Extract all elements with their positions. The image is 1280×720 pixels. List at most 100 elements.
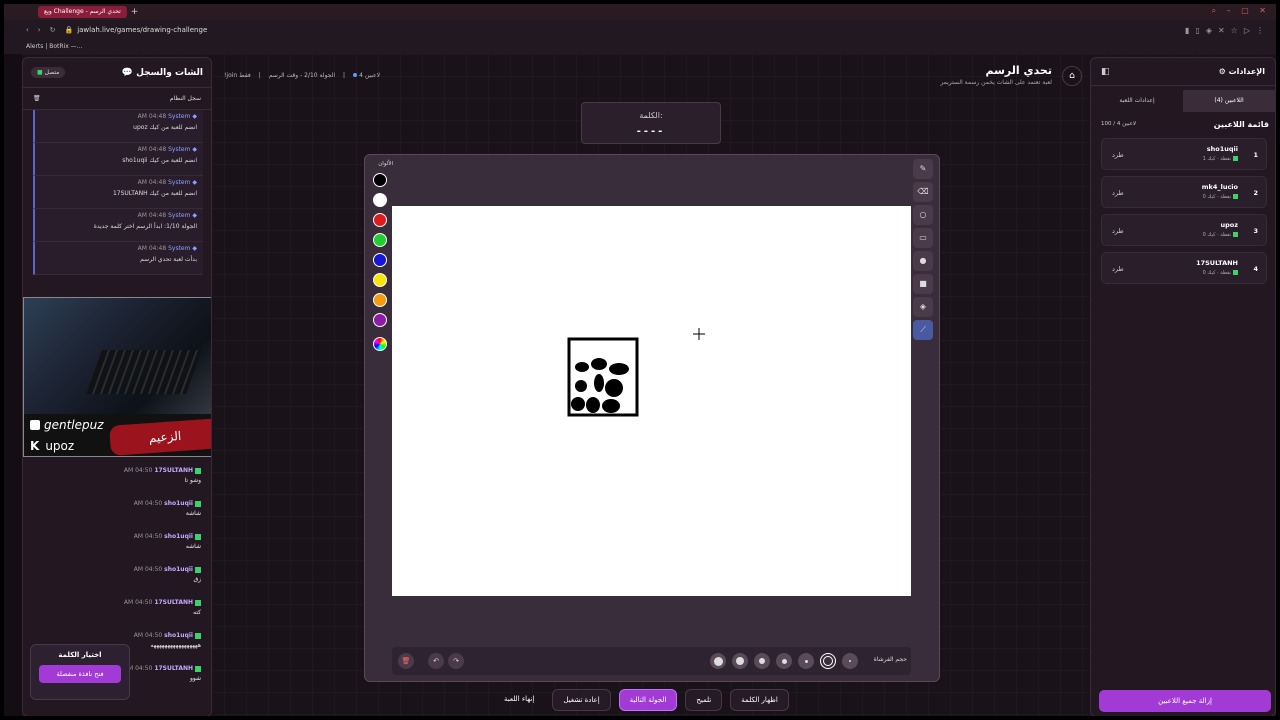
undo-icon[interactable]: ↶: [428, 653, 444, 669]
url-field[interactable]: jawlah.live/games/drawing-challenge: [77, 26, 207, 34]
bookmark-item[interactable]: Alerts | BotRix —...: [26, 43, 82, 50]
next-round-button[interactable]: الجولة التالية: [618, 689, 678, 711]
color-swatch[interactable]: [373, 193, 387, 207]
tab-players[interactable]: اللاعبين (4): [1183, 90, 1275, 112]
restart-button[interactable]: إعادة تشغيل: [552, 689, 611, 711]
message-meta: AM 04:50 17SULTANH: [33, 467, 201, 474]
fill-bucket-icon[interactable]: ◈: [913, 297, 933, 317]
color-swatch[interactable]: [373, 273, 387, 287]
message-meta: AM 04:48 System ◆: [41, 212, 197, 219]
home-icon[interactable]: ⌂: [1062, 66, 1082, 86]
brush-size-option[interactable]: [710, 653, 726, 669]
message-user[interactable]: sho1uqii: [164, 533, 193, 540]
message-user: System: [168, 146, 191, 153]
players-list-header: 100 / 4 لاعبين قائمة اللاعبين: [1091, 116, 1275, 132]
show-word-button[interactable]: اظهار الكلمة: [730, 689, 789, 711]
player-card: طرد sho1uqii 1 نقطة · كيك 1: [1101, 138, 1267, 170]
game-controls: إنهاء اللعبة إعادة تشغيل الجولة التالية …: [494, 689, 789, 713]
kick-button[interactable]: طرد: [1112, 151, 1124, 159]
message-text: وشو تا: [184, 477, 201, 484]
word-box: الكلمة: ----: [581, 102, 721, 144]
tab-game-settings[interactable]: إعدادات اللعبة: [1091, 90, 1183, 112]
clear-canvas-icon[interactable]: 🗑: [398, 653, 414, 669]
kick-badge-icon: [195, 632, 201, 639]
message-text: الجولة 1/10: ابدأ الرسم اختر كلمة جديدة: [93, 223, 197, 230]
nav-buttons-icon[interactable]: ‹›↻: [26, 26, 64, 34]
player-card: طرد mk4_lucio 0 نقطة · كيك 2: [1101, 176, 1267, 208]
message-time: AM 04:48: [137, 179, 167, 186]
open-popup-button[interactable]: فتح نافذة منفصلة: [39, 665, 121, 683]
rectangle-fill-icon[interactable]: ■: [913, 274, 933, 294]
pencil-icon[interactable]: ✎: [913, 159, 933, 179]
color-swatch[interactable]: [373, 313, 387, 327]
player-name: 17SULTANH: [1196, 259, 1238, 267]
circle-outline-icon[interactable]: ○: [913, 205, 933, 225]
message-time: AM 04:48: [137, 113, 167, 120]
message-meta: AM 04:48 System ◆: [41, 179, 197, 186]
color-swatch[interactable]: [373, 293, 387, 307]
message-user[interactable]: sho1uqii: [164, 632, 193, 639]
lock-icon: 🔒: [64, 26, 74, 34]
player-platform: كيك: [1207, 270, 1216, 276]
message-time: AM 04:48: [137, 146, 167, 153]
player-points: 1 نقطة: [1202, 156, 1231, 162]
browser-tab[interactable]: ويع Challenge - تحدي الرسم: [38, 6, 127, 18]
color-swatch[interactable]: [373, 253, 387, 267]
kick-button[interactable]: طرد: [1112, 227, 1124, 235]
brush-size-option[interactable]: [732, 653, 748, 669]
custom-color-picker[interactable]: [373, 337, 387, 351]
message-user[interactable]: sho1uqii: [164, 566, 193, 573]
end-game-button[interactable]: إنهاء اللعبة: [494, 689, 544, 711]
new-tab-icon[interactable]: +: [131, 7, 139, 17]
extensions-icon[interactable]: ▮▯◈✕☆▷⋮: [1185, 26, 1270, 35]
kick-badge-icon: [1233, 270, 1238, 275]
brush-size-option-selected[interactable]: [820, 653, 836, 669]
eraser-icon[interactable]: ⌫: [913, 182, 933, 202]
color-swatch[interactable]: [373, 233, 387, 247]
drawing-canvas[interactable]: [392, 206, 911, 596]
kick-badge-icon: [195, 599, 201, 606]
player-rank: 4: [1253, 265, 1258, 273]
message-user[interactable]: 17SULTANH: [154, 599, 193, 606]
rectangle-outline-icon[interactable]: ▭: [913, 228, 933, 248]
collapse-panel-icon[interactable]: ◧: [1101, 67, 1110, 77]
color-swatch[interactable]: [373, 213, 387, 227]
keyboard-image: [85, 350, 203, 394]
page: ■ متصل 💬 الشات والسجل 🗑 سجل النظام AM 04…: [4, 54, 1276, 716]
tiktok-handle-text: gentlepuz: [44, 417, 104, 432]
system-log-header[interactable]: 🗑 سجل النظام: [23, 88, 211, 110]
canvas-drawing: [567, 328, 705, 417]
players-count-text: 4 لاعبين: [359, 72, 381, 79]
hint-button[interactable]: تلميح: [685, 689, 723, 711]
kick-badge-icon: [195, 500, 201, 507]
line-icon[interactable]: ⟋: [913, 320, 933, 340]
brush-size-option[interactable]: [842, 653, 858, 669]
color-swatch[interactable]: [373, 173, 387, 187]
message-user[interactable]: sho1uqii: [164, 500, 193, 507]
message-user[interactable]: 17SULTANH: [154, 467, 193, 474]
players-count-badge: 4 لاعبين: [353, 72, 380, 79]
game-title: تحدي الرسم: [985, 64, 1052, 77]
redo-icon[interactable]: ↷: [448, 653, 464, 669]
settings-header: ◧ ⚙ الإعدادات: [1091, 58, 1275, 86]
brush-size-option[interactable]: [754, 653, 770, 669]
settings-tabs: إعدادات اللعبة اللاعبين (4): [1091, 90, 1275, 112]
kick-button[interactable]: طرد: [1112, 189, 1124, 197]
word-mask: ----: [636, 126, 666, 137]
tab-strip: ويع Challenge - تحدي الرسم + ⌕ – ▢ ✕: [4, 4, 1276, 20]
system-message: AM 04:48 System ◆ upoz انضم للعبة من كيك: [33, 110, 203, 143]
trash-icon[interactable]: 🗑: [33, 95, 41, 102]
window-controls-icon[interactable]: ⌕ – ▢ ✕: [1212, 6, 1270, 16]
round-info: الجولة 2/10 - وقت الرسم: [268, 72, 336, 79]
players-list-title: قائمة اللاعبين: [1213, 119, 1269, 129]
message-user[interactable]: 17SULTANH: [154, 665, 193, 672]
message-meta: AM 04:50 sho1uqii: [33, 533, 201, 540]
brush-size-option[interactable]: [798, 653, 814, 669]
brush-size-option[interactable]: [776, 653, 792, 669]
system-message: AM 04:48 System ◆ 17SULTANH انضم للعبة من…: [33, 176, 203, 209]
kick-badge-icon: [195, 467, 201, 474]
player-meta: 0 نقطة · كيك: [1203, 270, 1238, 276]
kick-button[interactable]: طرد: [1112, 265, 1124, 273]
remove-all-players-button[interactable]: إزالة جميع اللاعبين: [1099, 690, 1271, 712]
circle-fill-icon[interactable]: ●: [913, 251, 933, 271]
